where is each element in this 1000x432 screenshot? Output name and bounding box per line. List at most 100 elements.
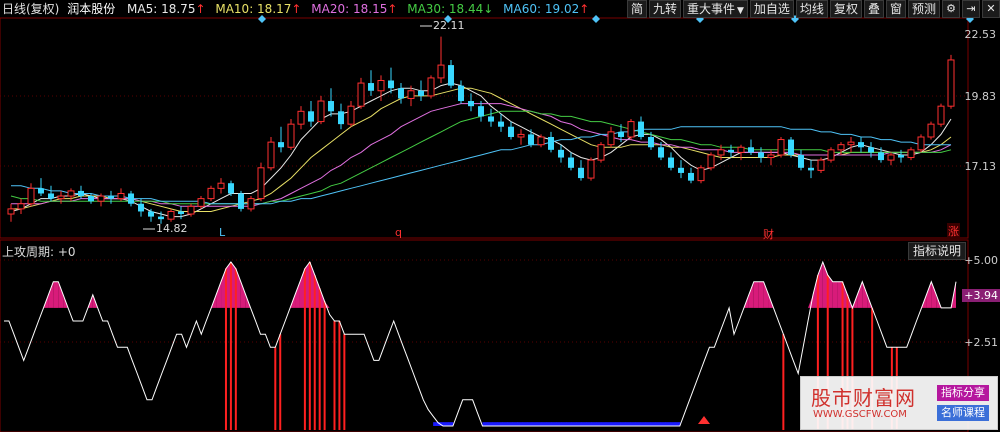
gear-icon[interactable]: ⚙ (942, 0, 960, 18)
candle-body (627, 121, 635, 138)
ma30-arrow-icon: ↓ (483, 2, 494, 16)
candle (478, 101, 484, 122)
current-arrow (698, 416, 710, 424)
candle (827, 147, 835, 163)
add-watchlist-button[interactable]: 加自选 (749, 0, 794, 18)
candle (368, 70, 374, 96)
indicator-fill-blue (669, 422, 676, 426)
indicator-fill-blue (674, 422, 681, 426)
watermark-url: WWW.GSCFW.COM (813, 409, 907, 420)
indicator-fill-blue (660, 422, 666, 426)
indicator-fill-blue (512, 422, 518, 426)
nine-turn-button[interactable]: 九转 (648, 0, 681, 18)
candle-body (398, 88, 404, 99)
candle-body (267, 141, 275, 169)
candle (357, 77, 365, 109)
major-events-button[interactable]: 重大事件 ▼ (682, 0, 748, 18)
candle (308, 101, 314, 127)
watermark-tag-indicators: 指标分享 (937, 385, 989, 401)
window-button[interactable]: 窗 (885, 0, 906, 18)
indicator-fill-blue (507, 422, 513, 426)
indicator-fill-blue (526, 422, 533, 426)
candle-body (618, 131, 624, 137)
candle (7, 203, 15, 222)
dropdown-arrow-icon: ▼ (736, 6, 744, 16)
indicator-fill-pink (763, 281, 769, 308)
candle-body (678, 167, 684, 173)
candle (488, 108, 494, 127)
indicator-fill-blue (546, 422, 553, 426)
candle (278, 126, 284, 153)
event-marker-q[interactable]: q (395, 226, 402, 239)
indicator-fill-blue (443, 422, 449, 426)
indicator-fill-pink (931, 281, 937, 308)
indicator-explain-button[interactable]: 指标说明 (907, 242, 966, 260)
candle-body (528, 134, 534, 145)
candle-body (707, 154, 715, 169)
candle (558, 144, 564, 163)
ma20-value: MA20: 18.15 (311, 2, 388, 16)
candle-body (767, 154, 775, 159)
candle (607, 126, 615, 148)
indicator-fill-pink (216, 281, 222, 308)
indicator-fill-blue (630, 422, 636, 426)
candle (887, 152, 895, 166)
indicator-fill-blue (521, 422, 528, 426)
candle-body (508, 126, 514, 137)
close-icon[interactable]: ✕ (982, 0, 1000, 18)
candle-body (748, 147, 754, 153)
period-label[interactable]: 日线(复权) (2, 0, 59, 18)
candle-body (788, 139, 794, 155)
indicator-fill-pink (753, 281, 759, 308)
indicator-fill-blue (556, 422, 562, 426)
candle-body (728, 149, 734, 153)
candle-body (57, 195, 65, 200)
candle (798, 149, 804, 171)
candle (197, 196, 205, 209)
forecast-button[interactable]: 预测 (907, 0, 940, 18)
overlay-button[interactable]: 叠 (863, 0, 884, 18)
candle-body (357, 82, 365, 107)
candle (847, 136, 855, 153)
candle-body (27, 187, 35, 205)
indicator-fill-blue (447, 422, 454, 426)
indicator-axis-5-value: 5.00 (973, 254, 999, 267)
candle-body (97, 195, 105, 202)
adjust-price-button[interactable]: 复权 (829, 0, 862, 18)
pin-icon[interactable]: ⇥ (962, 0, 980, 18)
candle-body (128, 193, 134, 204)
candle-body (937, 105, 945, 125)
candle-body (498, 121, 504, 127)
moving-average-button[interactable]: 均线 (795, 0, 828, 18)
event-marker-l[interactable]: L (219, 226, 225, 239)
candle (347, 101, 355, 127)
candle (338, 103, 344, 130)
candle-body (717, 149, 725, 156)
indicator-fill-blue (620, 422, 627, 426)
candle-body (67, 190, 75, 197)
candle-body (347, 105, 355, 125)
kline-chart-area[interactable] (0, 0, 1000, 432)
ma30-value: MA30: 18.44 (407, 2, 484, 16)
candle-body (138, 203, 144, 212)
candle-body (247, 198, 255, 210)
indicator-fill-blue (650, 422, 656, 426)
event-marker-zhang[interactable]: 涨 (947, 223, 960, 239)
indicator-fill-pink (862, 281, 868, 308)
ma60-arrow-icon: ↑ (579, 2, 590, 16)
candle (267, 136, 275, 171)
candle (688, 167, 694, 184)
ma10-value: MA10: 18.17 (215, 2, 292, 16)
indicator-fill-pink (857, 281, 863, 308)
candle (418, 80, 424, 102)
indicator-axis-251-value: 2.51 (973, 336, 999, 349)
candle (427, 75, 435, 99)
indicator-fill-pink (832, 281, 838, 308)
candle-body (568, 157, 574, 168)
watermark-logo: 股市财富网 WWW.GSCFW.COM 指标分享 名师课程 (800, 376, 998, 430)
candle (627, 119, 635, 140)
candle (528, 129, 534, 148)
event-marker-cai[interactable]: 财 (763, 226, 774, 242)
simplified-button[interactable]: 简 (626, 0, 647, 18)
indicator-fill-pink (240, 281, 246, 308)
